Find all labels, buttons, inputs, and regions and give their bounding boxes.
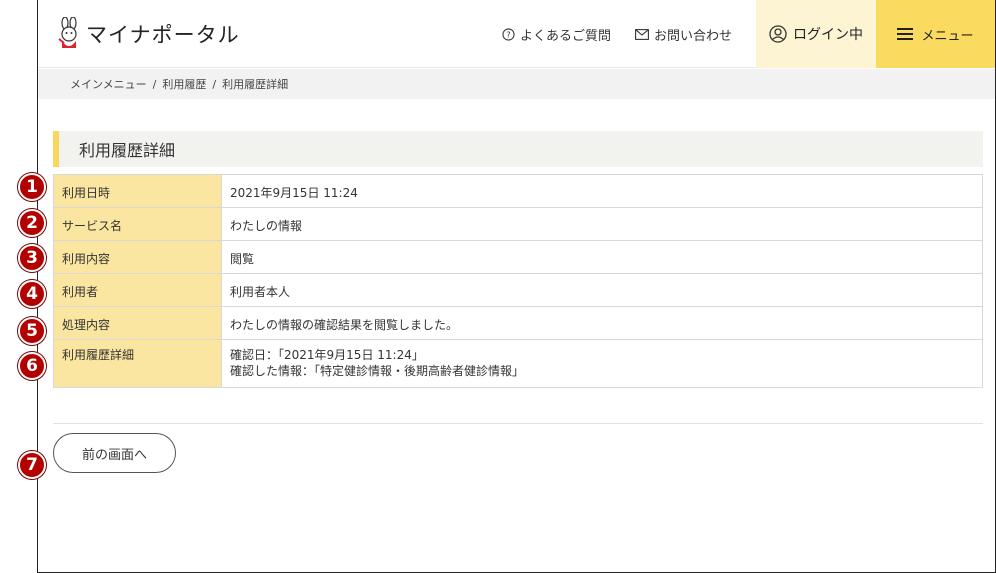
breadcrumb-item-usage-history[interactable]: 利用履歴 bbox=[162, 76, 206, 92]
callout-marker-4: 4 bbox=[18, 280, 46, 308]
callout-marker-2: 2 bbox=[18, 209, 46, 237]
callout-marker-7: 7 bbox=[18, 451, 46, 479]
breadcrumb-separator: / bbox=[152, 77, 157, 91]
menu-label: メニュー bbox=[921, 28, 974, 44]
row-label-history-detail: 利用履歴詳細 bbox=[53, 339, 222, 388]
page-title: 利用履歴詳細 bbox=[53, 131, 983, 167]
history-detail-line-1: 確認日：「2021年9月15日 11:24」 bbox=[230, 348, 424, 362]
faq-label: よくあるご質問 bbox=[519, 28, 611, 44]
table-row: 利用内容 閲覧 bbox=[53, 240, 983, 274]
header-nav: ? よくあるご質問 お問い合わせ ログイン中 メニュー bbox=[502, 0, 995, 68]
callout-marker-1: 1 bbox=[18, 173, 46, 201]
callout-marker-3: 3 bbox=[18, 244, 46, 272]
breadcrumb: メインメニュー / 利用履歴 / 利用履歴詳細 bbox=[38, 69, 995, 99]
page-frame: マイナポータル ? よくあるご質問 お問い合わせ ログイン中 メニュー メインメ… bbox=[37, 0, 996, 573]
row-value-processing: わたしの情報の確認結果を閲覧しました。 bbox=[221, 306, 983, 340]
row-value-usage-content: 閲覧 bbox=[221, 240, 983, 274]
contact-link[interactable]: お問い合わせ bbox=[635, 25, 732, 44]
logo-text: マイナポータル bbox=[86, 23, 240, 47]
breadcrumb-separator: / bbox=[212, 77, 217, 91]
site-logo[interactable]: マイナポータル bbox=[56, 14, 240, 54]
row-value-service-name: わたしの情報 bbox=[221, 207, 983, 241]
mail-icon bbox=[635, 28, 649, 40]
row-value-user: 利用者本人 bbox=[221, 273, 983, 307]
page-title-text: 利用履歴詳細 bbox=[79, 141, 176, 160]
back-button[interactable]: 前の画面へ bbox=[53, 433, 176, 473]
row-value-history-detail: 確認日：「2021年9月15日 11:24」 確認した情報：「特定健診情報・後期… bbox=[221, 339, 983, 388]
row-label-usage-datetime: 利用日時 bbox=[53, 174, 222, 208]
login-label: ログイン中 bbox=[793, 27, 863, 43]
row-label-user: 利用者 bbox=[53, 273, 222, 307]
table-row: 利用履歴詳細 確認日：「2021年9月15日 11:24」 確認した情報：「特定… bbox=[53, 339, 983, 388]
question-circle-icon: ? bbox=[502, 27, 515, 41]
callout-marker-5: 5 bbox=[18, 317, 46, 345]
row-label-usage-content: 利用内容 bbox=[53, 240, 222, 274]
contact-label: お問い合わせ bbox=[653, 28, 732, 44]
breadcrumb-item-current: 利用履歴詳細 bbox=[222, 78, 289, 91]
section-divider bbox=[53, 423, 983, 424]
user-circle-icon bbox=[769, 25, 787, 43]
table-row: 処理内容 わたしの情報の確認結果を閲覧しました。 bbox=[53, 306, 983, 340]
table-row: サービス名 わたしの情報 bbox=[53, 207, 983, 241]
menu-button[interactable]: メニュー bbox=[876, 0, 995, 68]
history-detail-line-2: 確認した情報：「特定健診情報・後期高齢者健診情報」 bbox=[230, 364, 525, 378]
site-header: マイナポータル ? よくあるご質問 お問い合わせ ログイン中 メニュー bbox=[38, 0, 995, 68]
row-value-usage-datetime: 2021年9月15日 11:24 bbox=[221, 174, 983, 208]
login-status-button[interactable]: ログイン中 bbox=[756, 0, 876, 68]
callout-marker-6: 6 bbox=[18, 352, 46, 380]
hamburger-icon bbox=[897, 28, 914, 40]
usage-detail-table: 利用日時 2021年9月15日 11:24 サービス名 わたしの情報 利用内容 … bbox=[53, 174, 983, 388]
breadcrumb-item-main-menu[interactable]: メインメニュー bbox=[70, 76, 147, 92]
table-row: 利用日時 2021年9月15日 11:24 bbox=[53, 174, 983, 208]
mascot-icon bbox=[58, 17, 77, 48]
faq-link[interactable]: ? よくあるご質問 bbox=[502, 25, 611, 44]
row-label-service-name: サービス名 bbox=[53, 207, 222, 241]
svg-text:?: ? bbox=[506, 29, 510, 39]
row-label-processing: 処理内容 bbox=[53, 306, 222, 340]
table-row: 利用者 利用者本人 bbox=[53, 273, 983, 307]
